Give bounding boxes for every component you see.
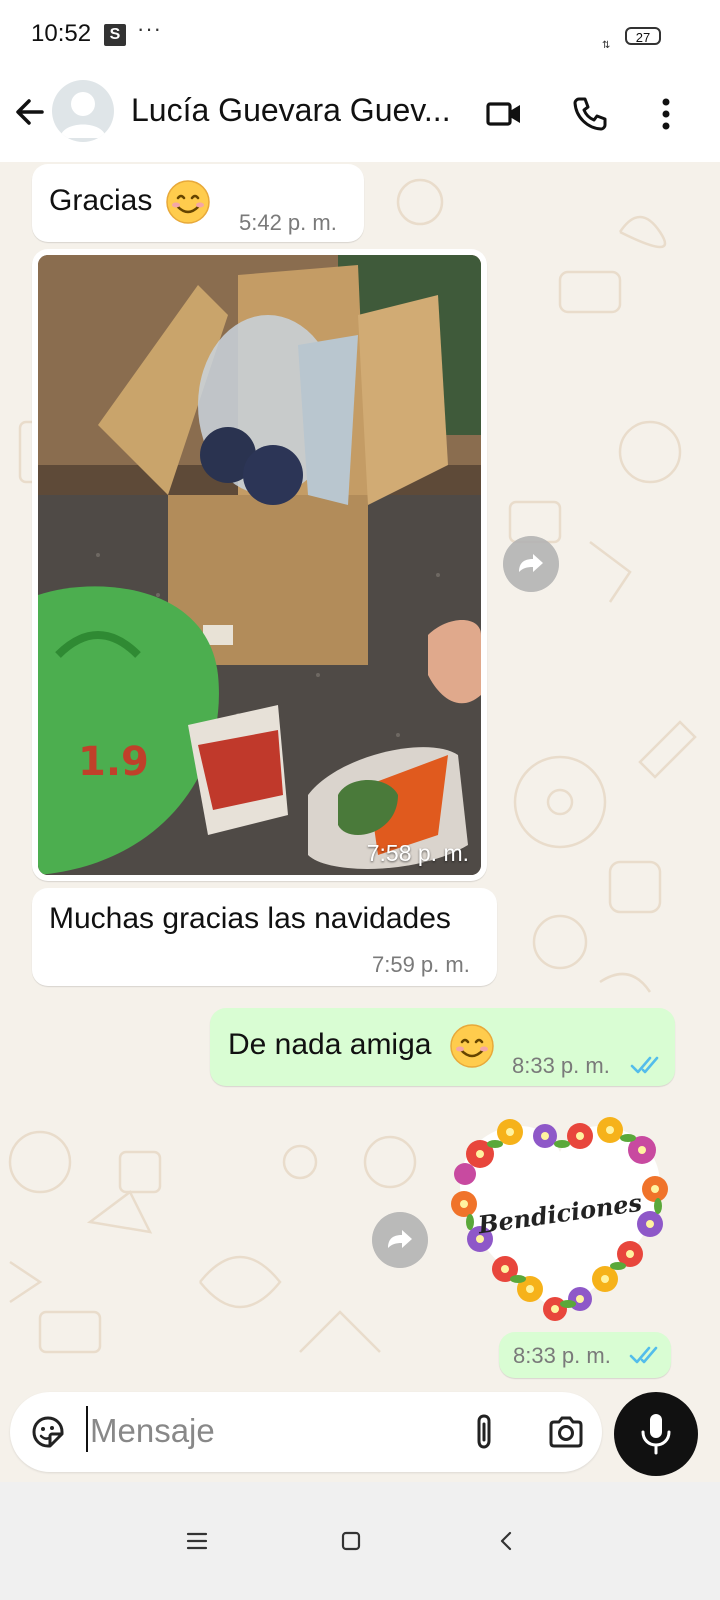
message-bubble[interactable]: De nada amiga 8:33 p. m. bbox=[210, 1008, 675, 1086]
smiling-face-emoji-icon bbox=[450, 1024, 494, 1068]
default-avatar-icon bbox=[60, 92, 106, 138]
more-notifications-icon: ··· bbox=[137, 16, 162, 41]
message-composer[interactable]: Mensaje bbox=[10, 1392, 602, 1472]
message-bubble[interactable]: Muchas gracias las navidades 7:59 p. m. bbox=[32, 888, 497, 986]
double-check-icon bbox=[630, 1056, 659, 1074]
forward-icon[interactable] bbox=[372, 1212, 428, 1268]
paperclip-icon[interactable] bbox=[465, 1412, 505, 1452]
nav-back-icon[interactable] bbox=[494, 1528, 520, 1554]
status-time: 10:52 bbox=[31, 20, 92, 47]
camera-icon[interactable] bbox=[546, 1412, 586, 1452]
message-time: 8:33 p. m. bbox=[512, 1053, 610, 1078]
mic-button[interactable] bbox=[614, 1392, 698, 1476]
text-cursor bbox=[86, 1406, 88, 1452]
battery-icon: 27 bbox=[625, 27, 661, 45]
photo-content: 1.9 bbox=[38, 255, 481, 875]
status-bar: 10:52 S ··· ⇅ 27 bbox=[0, 0, 720, 70]
sticker-time-bubble: 8:33 p. m. bbox=[499, 1332, 671, 1378]
message-input[interactable]: Mensaje bbox=[90, 1412, 215, 1450]
chat-area[interactable]: Gracias 5:42 p. m. 1.9 7:58 p. m. Muchas… bbox=[0, 162, 720, 1482]
mic-icon bbox=[641, 1414, 671, 1455]
network-indicator-icon: ⇅ bbox=[602, 40, 611, 51]
shared-photo[interactable]: 1.9 7:58 p. m. bbox=[38, 255, 481, 875]
sticker-icon[interactable] bbox=[28, 1412, 68, 1452]
message-time: 8:33 p. m. bbox=[513, 1343, 611, 1368]
message-text: Muchas gracias las navidades bbox=[49, 902, 451, 935]
system-nav-bar bbox=[0, 1482, 720, 1600]
contact-name[interactable]: Lucía Guevara Guev... bbox=[131, 92, 451, 129]
sticker-bendiciones[interactable]: Bendiciones bbox=[450, 1114, 670, 1334]
double-check-icon bbox=[629, 1346, 658, 1364]
home-icon[interactable] bbox=[338, 1528, 364, 1554]
video-call-icon[interactable] bbox=[484, 94, 524, 134]
forward-icon[interactable] bbox=[503, 536, 559, 592]
recent-apps-icon[interactable] bbox=[184, 1528, 210, 1554]
svg-text:1.9: 1.9 bbox=[78, 739, 149, 785]
arrow-left-icon[interactable] bbox=[10, 92, 50, 132]
chat-header: Lucía Guevara Guev... bbox=[0, 70, 720, 162]
message-time: 5:42 p. m. bbox=[239, 210, 337, 235]
phone-icon[interactable] bbox=[570, 94, 610, 134]
avatar[interactable] bbox=[52, 80, 114, 142]
message-bubble[interactable]: Gracias 5:42 p. m. bbox=[32, 164, 364, 242]
message-time: 7:58 p. m. bbox=[366, 840, 469, 866]
smiling-face-emoji-icon bbox=[166, 180, 210, 224]
message-time: 7:59 p. m. bbox=[372, 952, 470, 977]
more-vert-icon[interactable] bbox=[646, 94, 686, 134]
app-badge-icon: S bbox=[104, 24, 126, 46]
message-text: Gracias bbox=[49, 184, 153, 217]
message-text: De nada amiga bbox=[228, 1028, 432, 1061]
heart-flower-wreath-icon: Bendiciones bbox=[451, 1117, 668, 1321]
